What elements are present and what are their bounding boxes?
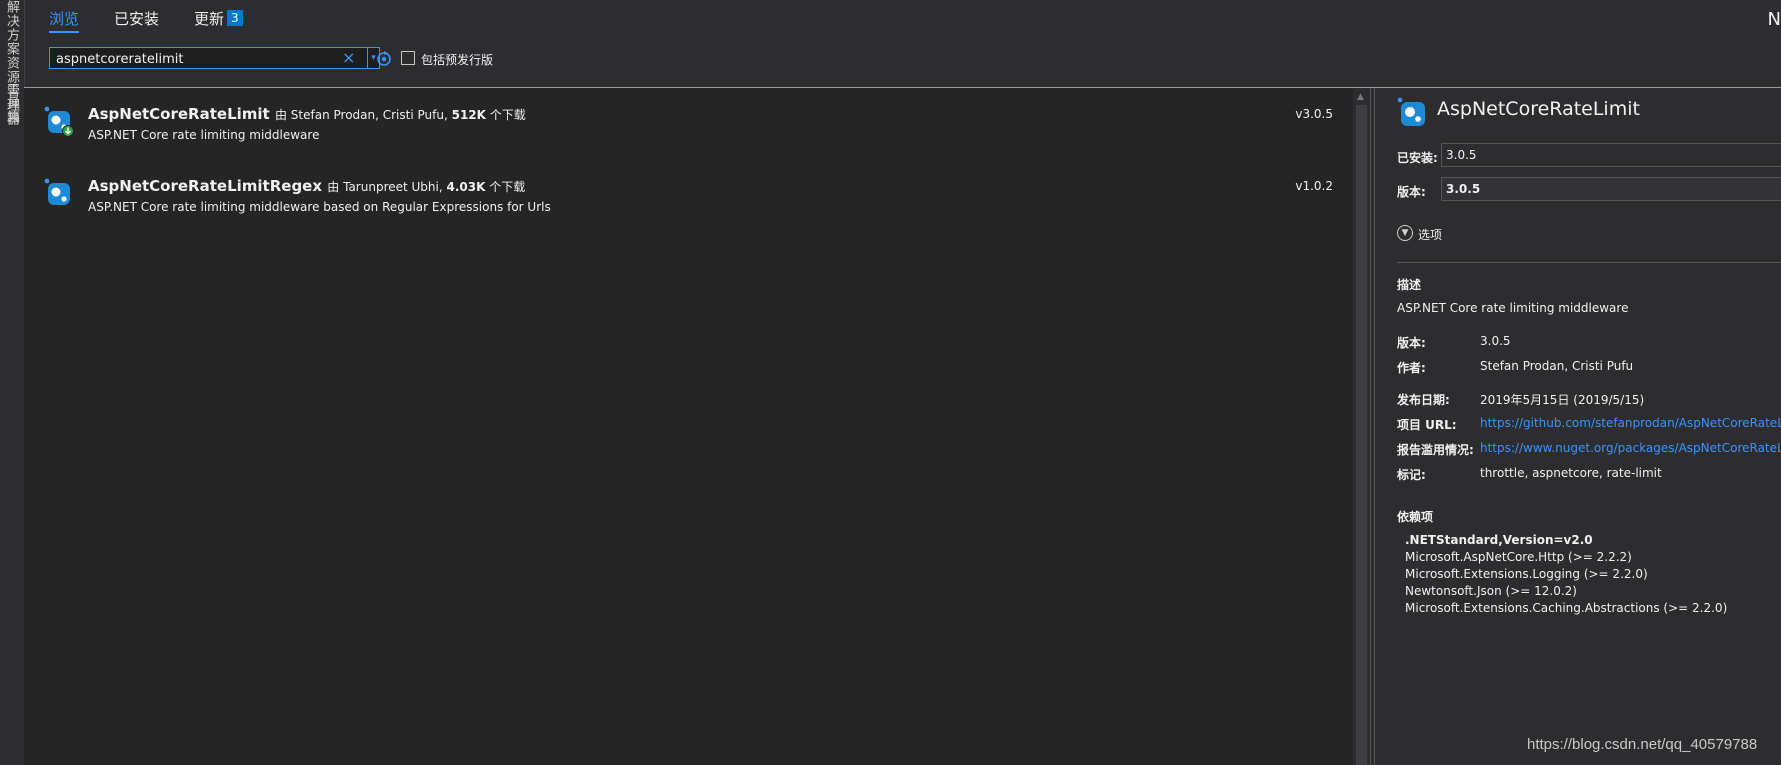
package-name: AspNetCoreRateLimitRegex — [88, 177, 323, 195]
version-select-label: 版本: — [1397, 185, 1426, 199]
left-dock: 解决方案资源管理器 工具箱 — [0, 0, 25, 765]
package-meta: 由 Stefan Prodan, Cristi Pufu, 512K 个下载 — [275, 108, 526, 122]
prerelease-checkbox[interactable] — [401, 51, 415, 65]
dependency-item: Microsoft.Extensions.Logging (>= 2.2.0) — [1405, 567, 1648, 581]
list-scrollbar[interactable]: ▲ — [1353, 88, 1370, 765]
dependencies-heading: 依赖项 — [1397, 510, 1434, 524]
dependency-item: Newtonsoft.Json (>= 12.0.2) — [1405, 584, 1577, 598]
updates-count-badge: 3 — [227, 10, 243, 26]
meta-author-label: 作者: — [1397, 361, 1426, 375]
nuget-package-icon — [44, 178, 70, 205]
package-row-aspnetcoreratelimitregex[interactable]: AspNetCoreRateLimitRegex 由 Tarunpreet Ub… — [24, 174, 1353, 244]
meta-tags-value: throttle, aspnetcore, rate-limit — [1480, 466, 1662, 480]
scroll-up-arrow-icon[interactable]: ▲ — [1357, 92, 1364, 102]
clear-search-icon[interactable]: × — [342, 48, 355, 68]
top-right-label: N — [1767, 9, 1781, 30]
version-select[interactable]: 3.0.5 — [1441, 177, 1781, 201]
search-input[interactable] — [54, 49, 338, 69]
options-divider — [1397, 262, 1781, 263]
tab-updates[interactable]: 更新 3 — [194, 8, 243, 29]
package-meta: 由 Tarunpreet Ubhi, 4.03K 个下载 — [327, 180, 525, 194]
chevron-down-icon[interactable]: ▼ — [1397, 225, 1413, 241]
watermark: https://blog.csdn.net/qq_40579788 — [1527, 736, 1758, 753]
installed-version-label: 已安装: — [1397, 151, 1438, 165]
nuget-package-icon — [1397, 97, 1425, 126]
package-by: 由 — [327, 180, 340, 194]
package-row-aspnetcoreratelimit[interactable]: AspNetCoreRateLimit 由 Stefan Prodan, Cri… — [24, 102, 1353, 172]
dependency-item: Microsoft.Extensions.Caching.Abstraction… — [1405, 601, 1728, 615]
toolbox-tab[interactable]: 工具箱 — [2, 82, 21, 124]
package-downloads: 4.03K — [446, 180, 486, 194]
dependency-item: Microsoft.AspNetCore.Http (>= 2.2.2) — [1405, 550, 1632, 564]
package-authors: Tarunpreet Ubhi, — [343, 180, 443, 194]
package-details-pane: AspNetCoreRateLimit 已安装: 3.0.5 版本: 3.0.5… — [1375, 88, 1781, 765]
meta-date-label: 发布日期: — [1397, 393, 1450, 407]
package-list[interactable]: AspNetCoreRateLimit 由 Stefan Prodan, Cri… — [24, 88, 1353, 765]
description-text: ASP.NET Core rate limiting middleware — [1397, 301, 1629, 315]
installed-version-field: 3.0.5 — [1441, 143, 1781, 167]
package-title: AspNetCoreRateLimitRegex 由 Tarunpreet Ub… — [88, 177, 525, 195]
tab-updates-label: 更新 — [194, 10, 225, 28]
package-authors: Stefan Prodan, Cristi Pufu, — [290, 108, 448, 122]
package-by: 由 — [274, 108, 287, 122]
package-title: AspNetCoreRateLimit 由 Stefan Prodan, Cri… — [88, 105, 526, 123]
package-name: AspNetCoreRateLimit — [88, 105, 270, 123]
package-description: ASP.NET Core rate limiting middleware ba… — [88, 200, 551, 214]
project-url-link[interactable]: https://github.com/stefanprodan/AspNetCo… — [1480, 416, 1781, 430]
search-box[interactable]: × — [49, 47, 368, 69]
dependency-group: .NETStandard,Version=v2.0 — [1405, 533, 1593, 547]
package-version: v1.0.2 — [1295, 179, 1333, 193]
meta-tags-label: 标记: — [1397, 468, 1426, 482]
report-abuse-link[interactable]: https://www.nuget.org/packages/AspNetCor… — [1480, 441, 1781, 455]
tab-browse[interactable]: 浏览 — [49, 8, 80, 33]
tab-installed[interactable]: 已安装 — [114, 8, 159, 29]
meta-date-value: 2019年5月15日 (2019/5/15) — [1480, 393, 1645, 407]
meta-version-label: 版本: — [1397, 336, 1426, 350]
prerelease-label[interactable]: 包括预发行版 — [421, 51, 493, 68]
meta-report-label: 报告滥用情况: — [1397, 443, 1474, 457]
package-downloads-suffix: 个下载 — [489, 180, 526, 194]
meta-project-url-label: 项目 URL: — [1397, 418, 1457, 432]
details-title: AspNetCoreRateLimit — [1437, 98, 1640, 120]
scrollbar-thumb[interactable] — [1356, 105, 1367, 765]
package-downloads-suffix: 个下载 — [489, 108, 526, 122]
refresh-icon[interactable] — [375, 49, 393, 67]
meta-author-value: Stefan Prodan, Cristi Pufu — [1480, 359, 1634, 373]
package-description: ASP.NET Core rate limiting middleware — [88, 128, 320, 142]
package-downloads: 512K — [451, 108, 486, 122]
package-version: v3.0.5 — [1295, 107, 1333, 121]
description-heading: 描述 — [1397, 278, 1422, 292]
nuget-package-icon — [44, 106, 74, 136]
meta-version-value: 3.0.5 — [1480, 334, 1511, 348]
options-expander[interactable]: 选项 — [1418, 226, 1442, 243]
